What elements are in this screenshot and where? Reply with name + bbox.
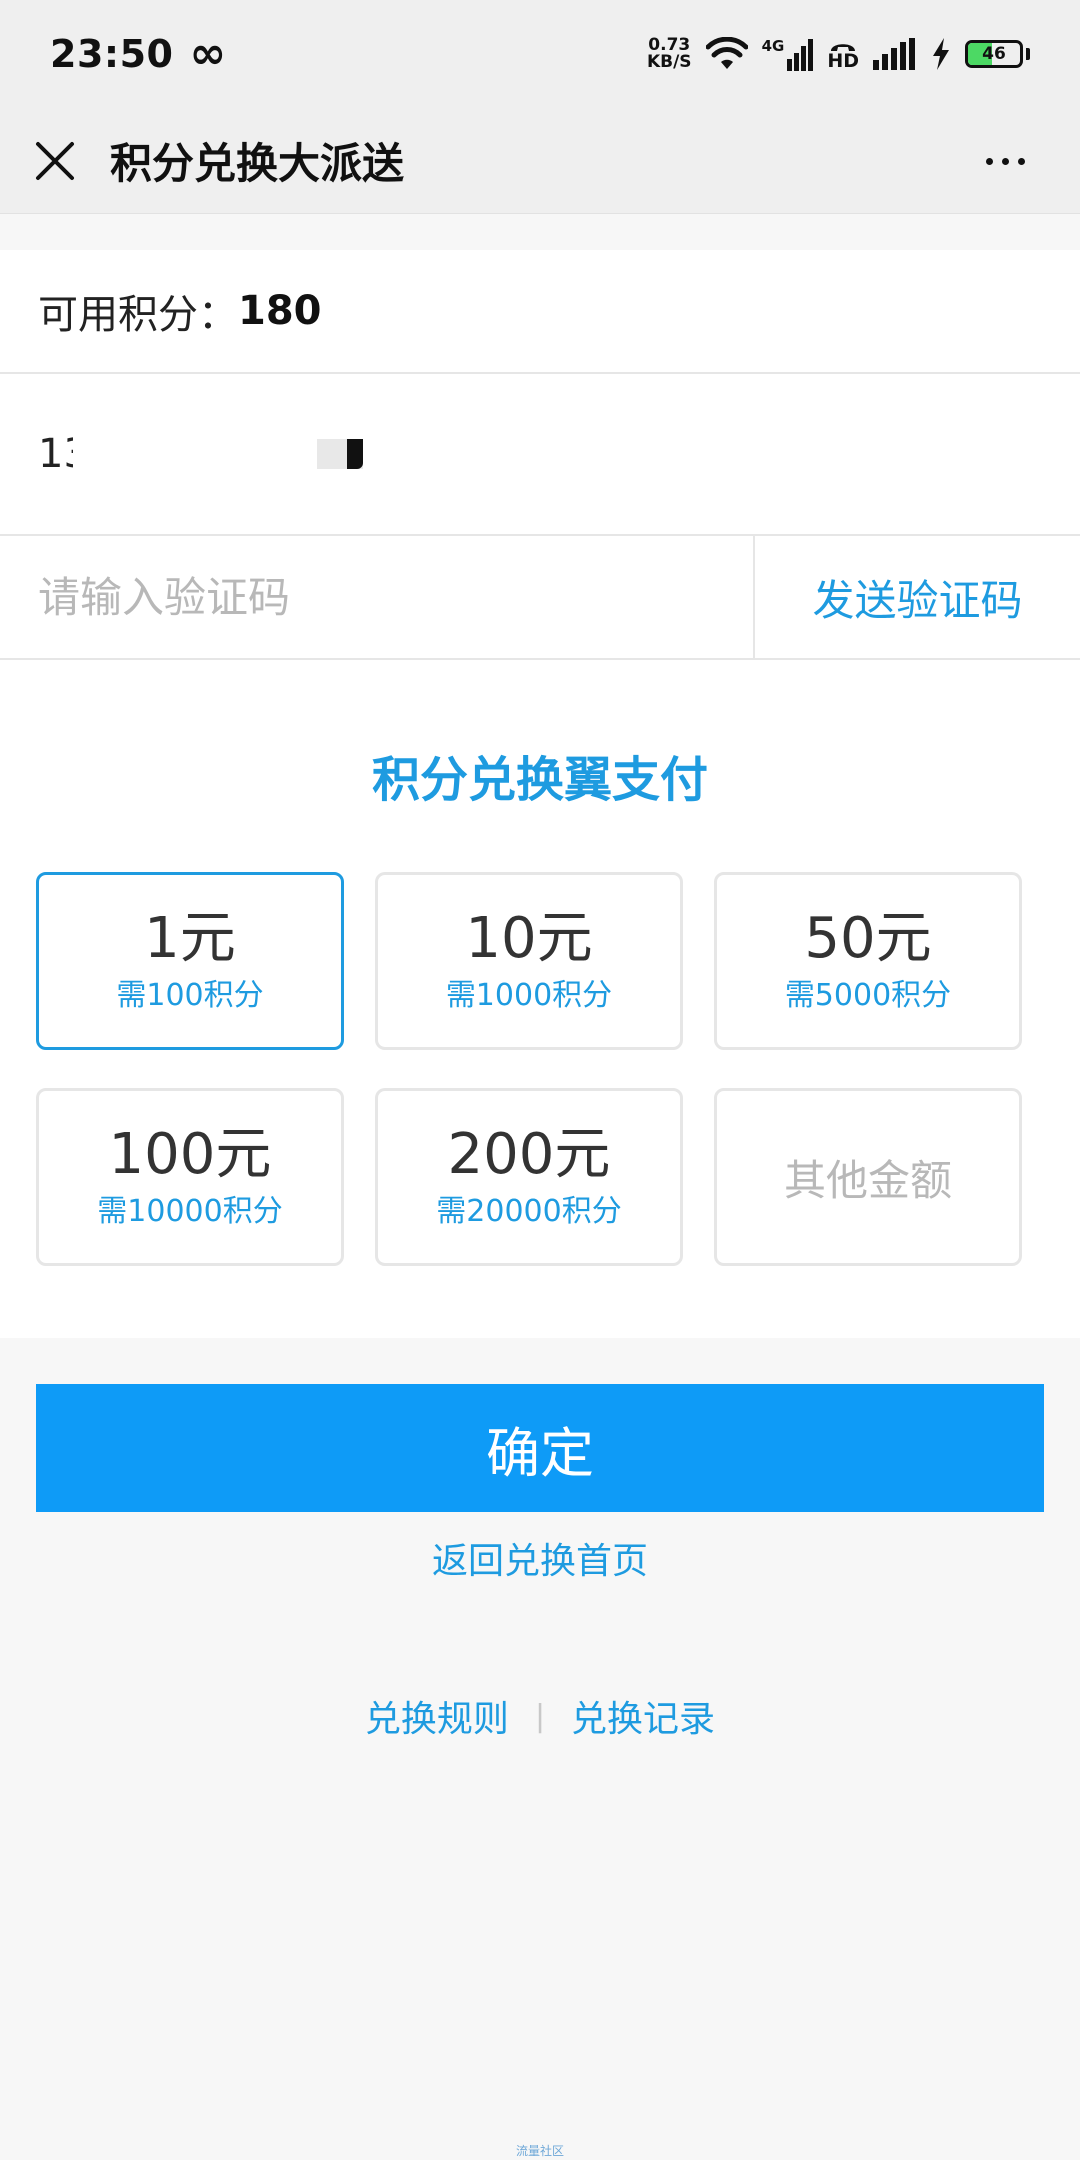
close-icon xyxy=(36,141,74,180)
available-points-row: 可用积分： 180 xyxy=(0,250,1080,374)
charging-icon xyxy=(933,38,949,70)
exchange-panel: 积分兑换翼支付 1元 需100积分 10元 需1000积分 50元 需5000积… xyxy=(0,660,1080,1338)
available-points-label: 可用积分： xyxy=(38,292,238,338)
network-speed: 0.73 KB/S xyxy=(647,37,692,71)
watermark: 流量社区 xyxy=(515,2144,564,2158)
exchange-option-50[interactable]: 50元 需5000积分 xyxy=(714,872,1022,1050)
battery-icon: 46 xyxy=(965,40,1023,68)
exchange-option-10[interactable]: 10元 需1000积分 xyxy=(375,872,683,1050)
option-amount: 100元 xyxy=(108,1122,272,1187)
phone-number-row[interactable]: 1 3 xyxy=(0,374,1080,536)
page-title: 积分兑换大派送 xyxy=(110,139,405,188)
cellular-signal-icon xyxy=(873,38,915,70)
footer-links: 兑换规则 | 兑换记录 xyxy=(0,1690,1080,1742)
exchange-option-200[interactable]: 200元 需20000积分 xyxy=(375,1088,683,1266)
exchange-title: 积分兑换翼支付 xyxy=(371,752,708,808)
nav-bar: 积分兑换大派送 xyxy=(0,108,1080,214)
exchange-option-1[interactable]: 1元 需100积分 xyxy=(36,872,344,1050)
available-points-value: 180 xyxy=(238,288,322,334)
mobile-data-label: 4G xyxy=(761,37,785,55)
phone-number-redaction xyxy=(73,431,364,477)
option-cost: 需20000积分 xyxy=(436,1194,622,1229)
status-right: 0.73 KB/S 4G HD 46 xyxy=(647,37,1030,71)
exchange-option-other[interactable]: 其他金额 xyxy=(714,1088,1022,1266)
exchange-rules-link[interactable]: 兑换规则 xyxy=(365,1690,509,1742)
other-amount-label: 其他金额 xyxy=(783,1155,952,1205)
redaction-edge xyxy=(317,439,364,469)
more-icon xyxy=(985,157,993,165)
hd-label: HD xyxy=(827,49,859,72)
status-time: 23:50 xyxy=(50,32,174,76)
exchange-page: 23:50 ∞ 0.73 KB/S 4G HD 46 积分兑换大派送 可用积分：… xyxy=(0,0,1080,2160)
footer-separator: | xyxy=(534,1698,546,1734)
status-left: 23:50 ∞ xyxy=(50,28,227,79)
send-code-button[interactable]: 发送验证码 xyxy=(755,536,1080,658)
battery-level: 46 xyxy=(982,44,1006,64)
option-amount: 1元 xyxy=(144,906,236,971)
battery-cap xyxy=(1026,48,1030,60)
infinity-icon: ∞ xyxy=(189,28,227,79)
status-bar: 23:50 ∞ 0.73 KB/S 4G HD 46 xyxy=(0,0,1080,108)
confirm-button[interactable]: 确定 xyxy=(36,1384,1044,1512)
verification-code-input[interactable] xyxy=(38,547,738,647)
network-speed-unit: KB/S xyxy=(646,52,692,72)
mobile-data-indicator: 4G xyxy=(762,37,814,71)
wifi-icon xyxy=(705,37,748,69)
more-icon xyxy=(1001,157,1009,165)
exchange-option-100[interactable]: 100元 需10000积分 xyxy=(36,1088,344,1266)
option-amount: 10元 xyxy=(465,906,593,971)
option-amount: 200元 xyxy=(447,1122,611,1187)
verification-code-row: 发送验证码 xyxy=(0,536,1080,660)
close-button[interactable] xyxy=(0,108,110,214)
more-button[interactable] xyxy=(970,108,1040,214)
back-to-home-link[interactable]: 返回兑换首页 xyxy=(0,1532,1080,1584)
option-cost: 需1000积分 xyxy=(445,978,613,1013)
more-icon xyxy=(1017,157,1025,165)
phone-number-prefix: 1 xyxy=(38,431,64,477)
exchange-records-link[interactable]: 兑换记录 xyxy=(571,1690,715,1742)
option-cost: 需100积分 xyxy=(116,978,264,1013)
cellular-signal-icon xyxy=(787,39,814,71)
option-amount: 50元 xyxy=(804,906,932,971)
option-cost: 需10000积分 xyxy=(97,1194,283,1229)
hd-call-indicator: HD xyxy=(827,38,859,71)
option-cost: 需5000积分 xyxy=(784,978,952,1013)
